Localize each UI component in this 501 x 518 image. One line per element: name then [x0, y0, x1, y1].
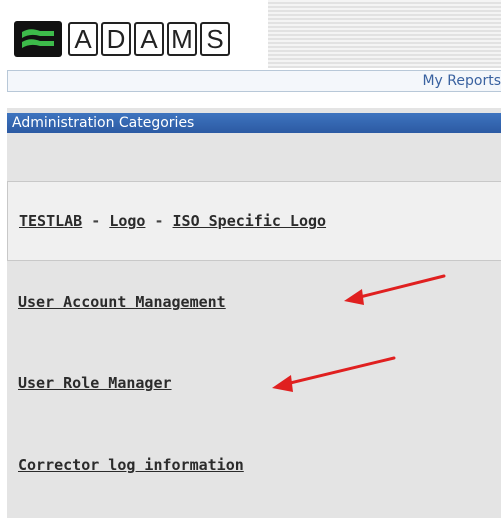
administration-categories-header: Administration Categories: [7, 113, 501, 133]
logo-letter: A: [134, 22, 164, 56]
lab-line: TESTLAB - Logo - ISO Specific Logo: [19, 212, 326, 230]
logo-letter: D: [101, 22, 131, 56]
logo-letter: S: [200, 22, 230, 56]
iso-specific-logo-link[interactable]: ISO Specific Logo: [173, 212, 327, 230]
user-role-manager-link[interactable]: User Role Manager: [18, 374, 172, 392]
logo-letter: M: [167, 22, 197, 56]
user-account-management-link[interactable]: User Account Management: [18, 293, 226, 311]
administration-panel: Administration Categories TESTLAB - Logo…: [7, 108, 501, 518]
logo-letter: A: [68, 22, 98, 56]
adams-logo-mark-icon: [14, 21, 62, 57]
header-stripe-background: [268, 0, 501, 68]
logo-link[interactable]: Logo: [109, 212, 145, 230]
separator: -: [82, 212, 110, 230]
reports-bar: My Reports: [7, 70, 501, 92]
separator: -: [145, 212, 173, 230]
corrector-log-information-link[interactable]: Corrector log information: [18, 456, 244, 474]
red-arrow-icon: [344, 274, 446, 305]
my-reports-link[interactable]: My Reports: [422, 73, 501, 89]
red-arrow-icon: [272, 356, 396, 392]
testlab-link[interactable]: TESTLAB: [19, 212, 82, 230]
adams-logo[interactable]: A D A M S: [14, 20, 233, 58]
header: A D A M S: [0, 0, 501, 68]
lab-box: TESTLAB - Logo - ISO Specific Logo: [7, 181, 501, 261]
